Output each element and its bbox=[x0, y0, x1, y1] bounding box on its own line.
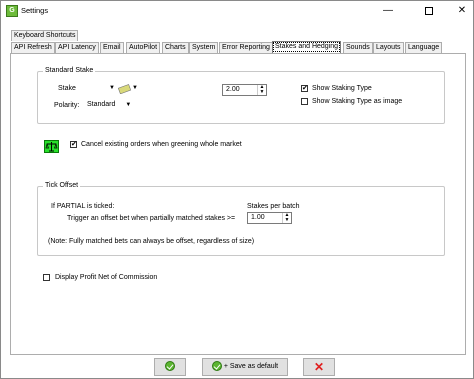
stake-value-stepper[interactable]: 2.00 ▲ ▼ bbox=[222, 84, 267, 96]
cancel-existing-orders-label: Cancel existing orders when greening who… bbox=[81, 141, 242, 148]
trigger-spin-buttons[interactable]: ▲ ▼ bbox=[282, 213, 291, 223]
show-staking-type-as-image-checkbox[interactable] bbox=[301, 98, 308, 105]
scales-icon bbox=[44, 140, 59, 153]
cancel-icon: ✕ bbox=[313, 360, 325, 374]
tab-email[interactable]: Email bbox=[100, 42, 124, 53]
polarity-label: Polarity: bbox=[54, 102, 80, 109]
minimize-icon: — bbox=[383, 5, 393, 16]
trigger-value: 1.00 bbox=[251, 214, 265, 221]
ok-icon bbox=[211, 361, 222, 372]
tab-stakes-and-hedging[interactable]: Stakes and Hedging bbox=[272, 41, 342, 53]
show-staking-type-label: Show Staking Type bbox=[312, 85, 372, 92]
tab-system[interactable]: System bbox=[189, 42, 219, 53]
stake-icon-dropdown[interactable]: ▼ bbox=[132, 82, 138, 94]
stake-type-dropdown[interactable]: ▼ bbox=[109, 82, 115, 94]
tab-api-latency[interactable]: API Latency bbox=[55, 42, 99, 53]
spin-down-icon[interactable]: ▼ bbox=[283, 218, 291, 223]
show-staking-type-checkbox[interactable]: ✔ bbox=[301, 85, 308, 92]
tab-language[interactable]: Language bbox=[405, 42, 443, 53]
tab-autopilot[interactable]: AutoPilot bbox=[126, 42, 161, 53]
tab-api-refresh[interactable]: API Refresh bbox=[11, 42, 55, 53]
chevron-down-icon: ▼ bbox=[132, 85, 138, 91]
ok-button[interactable] bbox=[154, 358, 186, 376]
tick-offset-group-label: Tick Offset bbox=[43, 182, 81, 189]
cancel-button[interactable]: ✕ bbox=[303, 358, 335, 376]
chevron-down-icon: ▼ bbox=[125, 102, 132, 108]
save-as-default-button[interactable]: + Save as default bbox=[202, 358, 288, 376]
app-icon: G bbox=[6, 5, 18, 17]
save-as-default-label: + Save as default bbox=[223, 363, 279, 370]
stake-spin-buttons[interactable]: ▲ ▼ bbox=[257, 85, 266, 95]
tab-layouts[interactable]: Layouts bbox=[373, 42, 404, 53]
close-icon: ✕ bbox=[457, 5, 467, 16]
window-title: Settings bbox=[21, 6, 49, 15]
tab-charts[interactable]: Charts bbox=[162, 42, 189, 53]
title-bar: G Settings — ✕ bbox=[1, 1, 473, 22]
show-staking-type-as-image-label: Show Staking Type as image bbox=[312, 98, 403, 105]
trigger-value-stepper[interactable]: 1.00 ▲ ▼ bbox=[247, 212, 292, 224]
settings-window: G Settings — ✕ Keyboard Shortcuts API Re… bbox=[0, 0, 474, 379]
cancel-existing-orders-checkbox[interactable]: ✔ bbox=[70, 141, 77, 148]
maximize-button[interactable] bbox=[419, 4, 439, 18]
stake-pencil-icon[interactable] bbox=[118, 84, 132, 94]
profit-net-commission-checkbox[interactable] bbox=[43, 274, 50, 281]
stake-value: 2.00 bbox=[226, 86, 240, 93]
polarity-value: Standard bbox=[87, 101, 116, 108]
close-button[interactable]: ✕ bbox=[452, 4, 472, 18]
chevron-down-icon: ▼ bbox=[109, 85, 115, 91]
maximize-icon bbox=[425, 7, 433, 15]
stake-label: Stake bbox=[58, 85, 76, 92]
tab-keyboard-shortcuts[interactable]: Keyboard Shortcuts bbox=[11, 30, 79, 41]
ok-icon bbox=[165, 361, 175, 372]
trigger-offset-label: Trigger an offset bet when partially mat… bbox=[67, 215, 236, 222]
partial-label: If PARTIAL is ticked: bbox=[51, 203, 115, 210]
tick-offset-note: (Note: Fully matched bets can always be … bbox=[48, 238, 255, 245]
stakes-per-batch-label: Stakes per batch bbox=[247, 203, 300, 210]
minimize-button[interactable]: — bbox=[378, 4, 398, 18]
polarity-dropdown[interactable]: Standard ▼ bbox=[87, 99, 131, 111]
tab-sounds[interactable]: Sounds bbox=[343, 42, 373, 53]
standard-stake-group-label: Standard Stake bbox=[43, 67, 96, 74]
spin-down-icon[interactable]: ▼ bbox=[258, 90, 266, 95]
profit-net-commission-label: Display Profit Net of Commission bbox=[55, 274, 158, 281]
tab-error-reporting[interactable]: Error Reporting bbox=[219, 42, 273, 53]
